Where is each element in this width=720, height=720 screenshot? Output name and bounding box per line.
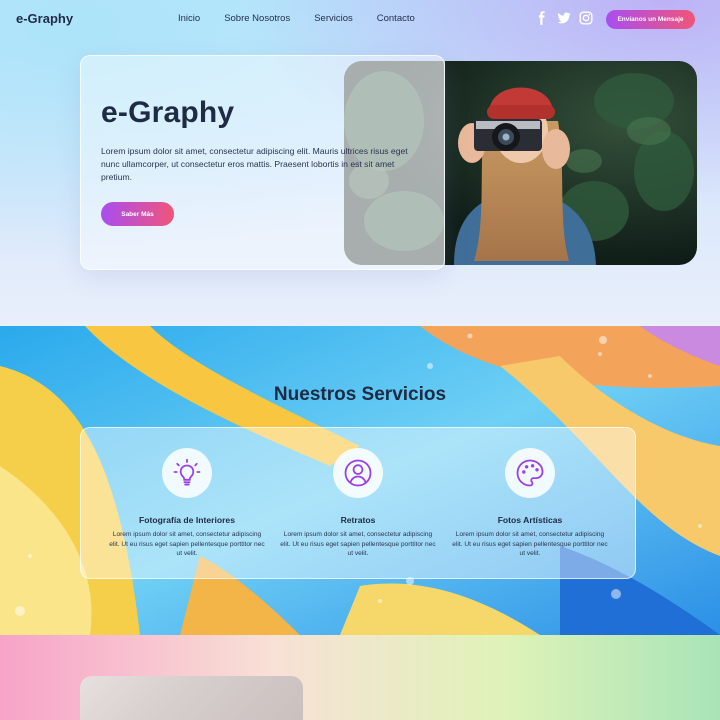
services-section: Nuestros Servicios Fotografía de Interio… xyxy=(0,326,720,635)
section-image xyxy=(80,676,303,720)
send-message-button[interactable]: Envíanos un Mensaje xyxy=(606,10,695,29)
hero-description: Lorem ipsum dolor sit amet, consectetur … xyxy=(101,146,408,183)
service-description: Lorem ipsum dolor sit amet, consectetur … xyxy=(452,531,608,558)
navbar: e-Graphy Inicio Sobre Nosotros Servicios… xyxy=(0,0,720,38)
service-item: Retratos Lorem ipsum dolor sit amet, con… xyxy=(278,448,438,559)
service-name: Retratos xyxy=(340,515,376,525)
nav-links: Inicio Sobre Nosotros Servicios Contacto xyxy=(178,13,439,24)
services-card: Fotografía de Interiores Lorem ipsum dol… xyxy=(80,427,636,579)
service-item: Fotografía de Interiores Lorem ipsum dol… xyxy=(107,448,267,559)
palette-icon xyxy=(516,459,544,487)
social-links xyxy=(535,11,593,25)
service-icon-circle xyxy=(505,448,555,498)
service-description: Lorem ipsum dolor sit amet, consectetur … xyxy=(109,531,265,558)
nav-link-inicio[interactable]: Inicio xyxy=(178,13,200,24)
service-icon-circle xyxy=(162,448,212,498)
user-icon xyxy=(344,459,372,487)
twitter-icon[interactable] xyxy=(557,11,571,25)
service-icon-circle xyxy=(333,448,383,498)
nav-link-servicios[interactable]: Servicios xyxy=(314,13,353,24)
nav-link-contacto[interactable]: Contacto xyxy=(377,13,415,24)
service-name: Fotos Artísticas xyxy=(497,515,563,525)
nav-link-sobre-nosotros[interactable]: Sobre Nosotros xyxy=(224,13,290,24)
service-item: Fotos Artísticas Lorem ipsum dolor sit a… xyxy=(450,448,610,559)
hero-card: e-Graphy Lorem ipsum dolor sit amet, con… xyxy=(80,55,445,270)
hero-section: e-Graphy Inicio Sobre Nosotros Servicios… xyxy=(0,0,720,326)
services-title: Nuestros Servicios xyxy=(273,384,447,405)
service-description: Lorem ipsum dolor sit amet, consectetur … xyxy=(280,531,436,558)
facebook-icon[interactable] xyxy=(535,11,549,25)
logo[interactable]: e-Graphy xyxy=(16,11,73,26)
lightbulb-icon xyxy=(173,458,201,486)
learn-more-button[interactable]: Saber Más xyxy=(101,202,174,226)
hero-title: e-Graphy xyxy=(101,96,235,129)
instagram-icon[interactable] xyxy=(579,11,593,25)
service-name: Fotografía de Interiores xyxy=(139,515,235,525)
next-section xyxy=(0,635,720,720)
